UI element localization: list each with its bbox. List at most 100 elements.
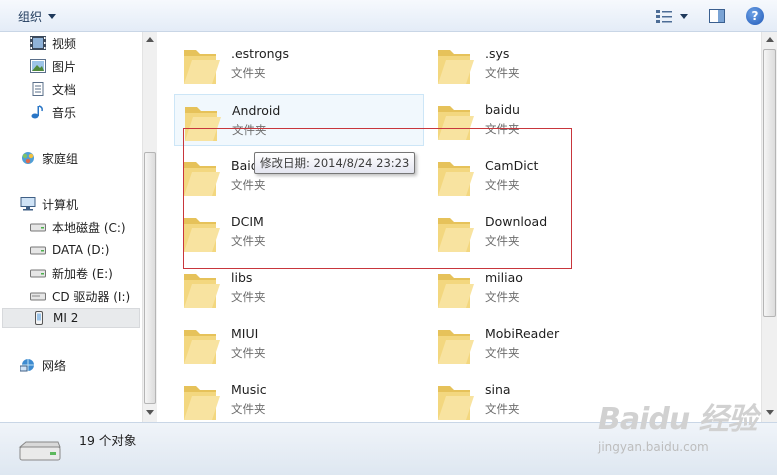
view-list-icon (656, 10, 672, 23)
folder-type: 文件夹 (231, 402, 266, 416)
folder-type: 文件夹 (485, 290, 520, 304)
sidebar-item-label: 计算机 (42, 197, 79, 212)
homegroup-icon (22, 152, 34, 164)
folder-item[interactable]: sina 文件夹 (428, 374, 678, 426)
sidebar-scroll-thumb[interactable] (144, 152, 156, 404)
folder-name: miliao (485, 270, 523, 285)
network-icon (20, 359, 34, 372)
music-icon (31, 105, 43, 119)
folder-type: 文件夹 (231, 178, 266, 192)
scroll-down-icon[interactable] (146, 410, 154, 415)
folder-name: DCIM (231, 214, 264, 229)
folder-icon (184, 162, 220, 196)
view-options-button[interactable] (654, 6, 690, 26)
sidebar-item-drive-d[interactable]: DATA (D:) (30, 240, 109, 260)
sidebar-item-cd-drive[interactable]: CD 驱动器 (I:) (30, 286, 130, 306)
scroll-down-icon[interactable] (766, 410, 774, 415)
folder-item[interactable]: baidu 文件夹 (428, 94, 678, 146)
sidebar-item-label: 本地磁盘 (C:) (52, 220, 126, 235)
folder-item[interactable]: DCIM 文件夹 (174, 206, 424, 258)
folder-type: 文件夹 (485, 346, 520, 360)
folder-item[interactable]: MIUI 文件夹 (174, 318, 424, 370)
phone-icon (35, 311, 43, 325)
folder-icon (184, 274, 220, 308)
document-icon (32, 82, 44, 96)
folder-name: Music (231, 382, 267, 397)
folder-name: MIUI (231, 326, 259, 341)
folder-type: 文件夹 (232, 123, 267, 137)
sidebar-item-label: 视频 (52, 36, 77, 51)
folder-type: 文件夹 (231, 290, 266, 304)
sidebar-item-label: 音乐 (52, 105, 77, 120)
folder-type: 文件夹 (231, 234, 266, 248)
folder-item[interactable]: Download 文件夹 (428, 206, 678, 258)
folder-item[interactable]: MobiReader 文件夹 (428, 318, 678, 370)
folder-name: .sys (485, 46, 510, 61)
folder-icon (438, 50, 474, 84)
removable-drive-icon (18, 441, 61, 461)
drive-icon (30, 246, 46, 255)
sidebar-item-label: 新加卷 (E:) (52, 266, 113, 281)
organize-button[interactable]: 组织 (10, 7, 64, 25)
sidebar-item-label: 文档 (52, 82, 77, 97)
sidebar-item-homegroup[interactable]: 家庭组 (20, 148, 78, 168)
folder-icon (184, 218, 220, 252)
folder-item[interactable]: Music 文件夹 (174, 374, 424, 426)
folder-type: 文件夹 (485, 234, 520, 248)
folder-name: MobiReader (485, 326, 560, 341)
sidebar-item-drive-c[interactable]: 本地磁盘 (C:) (30, 217, 126, 237)
details-pane: 19 个对象 (0, 422, 777, 475)
folder-type: 文件夹 (231, 346, 266, 360)
sidebar-item-pictures[interactable]: 图片 (30, 56, 76, 76)
folder-name: CamDict (485, 158, 539, 173)
sidebar-scrollbar[interactable] (142, 32, 157, 422)
sidebar-item-label: 家庭组 (42, 151, 79, 166)
preview-pane-button[interactable] (706, 6, 728, 26)
content-scrollbar[interactable] (761, 32, 777, 422)
object-count: 19 个对象 (79, 433, 137, 448)
sidebar-item-computer[interactable]: 计算机 (20, 194, 78, 214)
command-bar: 组织 ? (0, 0, 777, 32)
help-button[interactable]: ? (744, 6, 766, 26)
sidebar-item-mi2[interactable]: MI 2 (2, 308, 140, 328)
folder-type: 文件夹 (485, 122, 520, 136)
folder-item[interactable]: .sys 文件夹 (428, 38, 678, 90)
chevron-down-icon (48, 13, 57, 19)
folder-icon (184, 386, 220, 420)
folder-item[interactable]: .estrongs 文件夹 (174, 38, 424, 90)
folder-type: 文件夹 (485, 178, 520, 192)
modified-date-tooltip: 修改日期: 2014/8/24 23:23 (254, 152, 416, 174)
navigation-pane: 视频 图片 文档 音乐 家庭组 计算机 本地磁盘 (C:) DATA (D:) … (0, 32, 157, 422)
folder-icon (438, 330, 474, 364)
sidebar-item-label: MI 2 (53, 311, 79, 325)
folder-item[interactable]: miliao 文件夹 (428, 262, 678, 314)
folder-icon (184, 330, 220, 364)
scroll-up-icon[interactable] (766, 37, 774, 42)
drive-icon (30, 223, 46, 232)
sidebar-item-label: 图片 (52, 59, 77, 74)
folder-item[interactable]: libs 文件夹 (174, 262, 424, 314)
sidebar-item-network[interactable]: 网络 (20, 355, 66, 375)
video-icon (30, 36, 46, 50)
sidebar-item-music[interactable]: 音乐 (30, 102, 76, 122)
chevron-down-icon (680, 13, 688, 19)
folder-icon (438, 386, 474, 420)
computer-icon (20, 197, 36, 211)
folder-name: Download (485, 214, 548, 229)
scroll-up-icon[interactable] (146, 37, 154, 42)
picture-icon (30, 59, 46, 73)
preview-pane-icon (709, 9, 725, 23)
sidebar-item-label: DATA (D:) (52, 243, 110, 257)
folder-name: sina (485, 382, 511, 397)
folder-item[interactable]: Android 文件夹 (174, 94, 424, 146)
folder-type: 文件夹 (485, 402, 520, 416)
folder-type: 文件夹 (231, 66, 266, 80)
folder-icon (184, 50, 220, 84)
folder-item[interactable]: CamDict 文件夹 (428, 150, 678, 202)
sidebar-item-documents[interactable]: 文档 (30, 79, 76, 99)
cd-drive-icon (30, 292, 46, 301)
folder-name: baidu (485, 102, 520, 117)
sidebar-item-videos[interactable]: 视频 (30, 33, 76, 53)
sidebar-item-drive-e[interactable]: 新加卷 (E:) (30, 263, 113, 283)
content-scroll-thumb[interactable] (763, 49, 776, 317)
